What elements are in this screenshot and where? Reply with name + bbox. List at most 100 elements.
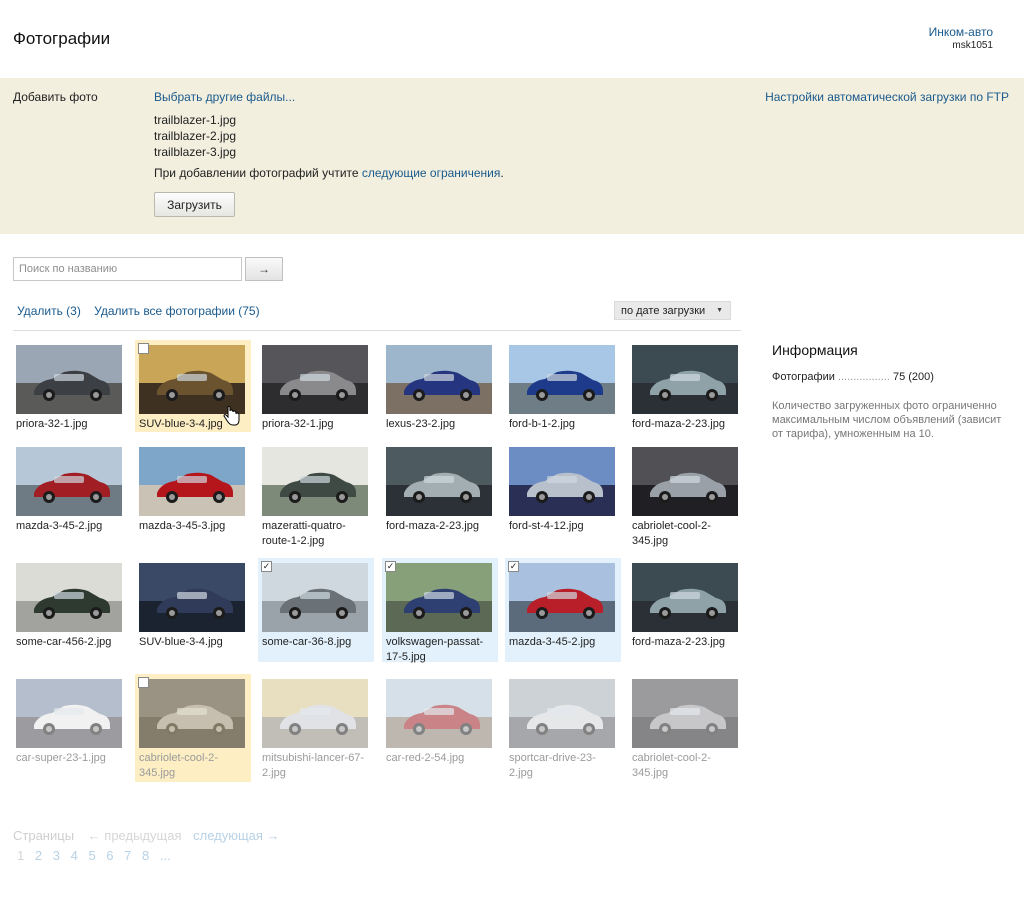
photo-filename: some-car-36-8.jpg — [262, 636, 352, 648]
page-number-link[interactable]: 6 — [106, 848, 113, 863]
upload-panel: Добавить фото Выбрать другие файлы... На… — [0, 78, 1024, 234]
photo-tile[interactable]: ✓ some-car-36-8.jpg — [258, 558, 374, 662]
photo-filename: some-car-456-2.jpg — [16, 636, 112, 648]
search-button[interactable]: → — [245, 257, 283, 281]
photo-filename: mazeratti-quatro-route-1-2.jpg — [262, 520, 346, 547]
photo-thumbnail[interactable] — [262, 679, 368, 748]
photo-thumbnail[interactable] — [632, 679, 738, 748]
photo-thumbnail[interactable] — [16, 563, 122, 632]
page-number-link[interactable]: 7 — [124, 848, 131, 863]
upload-button[interactable]: Загрузить — [154, 192, 235, 217]
photo-filename: mazda-3-45-3.jpg — [139, 520, 226, 532]
photo-tile[interactable]: mitsubishi-lancer-67-2.jpg — [258, 674, 374, 782]
photo-checkbox[interactable]: ✓ — [261, 561, 272, 572]
ftp-settings-link[interactable]: Настройки автоматической загрузки по FTP — [765, 90, 1009, 104]
photo-filename: ford-maza-2-23.jpg — [386, 520, 479, 532]
photo-tile[interactable]: mazeratti-quatro-route-1-2.jpg — [258, 442, 374, 552]
divider — [13, 330, 741, 331]
photo-filename: lexus-23-2.jpg — [386, 418, 456, 430]
page-header: Фотографии Инком-авто msk1051 — [0, 0, 1024, 78]
photo-thumbnail[interactable] — [632, 345, 738, 414]
photo-thumbnail[interactable] — [262, 447, 368, 516]
account-info: Инком-авто msk1051 — [929, 25, 993, 53]
pagination: Страницы ← предыдущая следующая → — [13, 828, 280, 843]
photo-checkbox[interactable]: ✓ — [385, 561, 396, 572]
photo-tile[interactable]: cabriolet-cool-2-345.jpg — [628, 442, 744, 552]
page-number-link[interactable]: 4 — [71, 848, 78, 863]
photo-checkbox[interactable] — [138, 343, 149, 354]
page-number-link[interactable]: 5 — [88, 848, 95, 863]
delete-selected-link[interactable]: Удалить (3) — [17, 304, 81, 318]
photo-thumbnail[interactable] — [632, 563, 738, 632]
photo-filename: cabriolet-cool-2-345.jpg — [632, 752, 711, 779]
selected-file: trailblazer-3.jpg — [154, 145, 237, 159]
photo-tile[interactable]: SUV-blue-3-4.jpg — [135, 558, 251, 662]
photo-tile[interactable]: priora-32-1.jpg — [12, 340, 128, 432]
search-input[interactable] — [13, 257, 242, 281]
photo-thumbnail[interactable] — [386, 345, 492, 414]
photo-thumbnail[interactable] — [632, 447, 738, 516]
next-page-link[interactable]: следующая → — [193, 828, 279, 843]
photo-tile[interactable]: priora-32-1.jpg — [258, 340, 374, 432]
photo-tile[interactable]: ford-st-4-12.jpg — [505, 442, 621, 552]
photo-count-label: Фотографии — [772, 371, 835, 383]
photo-thumbnail[interactable] — [509, 447, 615, 516]
page-numbers: 1 2 3 4 5 6 7 8 ... — [17, 848, 178, 863]
photo-thumbnail[interactable] — [509, 563, 615, 632]
page-number-current: 1 — [17, 848, 25, 863]
info-note: Количество загруженных фото ограниченно … — [772, 400, 1002, 440]
photo-tile[interactable]: ✓ volkswagen-passat-17-5.jpg — [382, 558, 498, 663]
photo-thumbnail[interactable] — [509, 679, 615, 748]
photo-thumbnail[interactable] — [386, 679, 492, 748]
page-number-link[interactable]: 8 — [142, 848, 149, 863]
photo-filename: cabriolet-cool-2-345.jpg — [632, 520, 711, 547]
page-number-link[interactable]: 3 — [53, 848, 60, 863]
hand-cursor-icon — [222, 406, 240, 426]
photo-tile[interactable]: ford-maza-2-23.jpg — [382, 442, 498, 552]
sort-select[interactable]: по дате загрузки ▼ — [614, 301, 731, 320]
photo-filename: priora-32-1.jpg — [262, 418, 334, 430]
dropdown-arrow-icon: ▼ — [716, 307, 723, 314]
photo-filename: sportcar-drive-23-2.jpg — [509, 752, 596, 779]
company-link[interactable]: Инком-авто — [929, 25, 993, 39]
photo-thumbnail[interactable] — [139, 345, 245, 414]
delete-all-link[interactable]: Удалить все фотографии (75) — [94, 304, 259, 318]
photo-filename: ford-maza-2-23.jpg — [632, 418, 725, 430]
selected-file: trailblazer-2.jpg — [154, 129, 237, 143]
photo-thumbnail[interactable] — [386, 447, 492, 516]
page-number-link[interactable]: 2 — [35, 848, 42, 863]
photo-thumbnail[interactable] — [16, 447, 122, 516]
photo-tile[interactable]: car-super-23-1.jpg — [12, 674, 128, 782]
photo-tile[interactable]: sportcar-drive-23-2.jpg — [505, 674, 621, 782]
photo-tile[interactable]: ✓ mazda-3-45-2.jpg — [505, 558, 621, 662]
photo-thumbnail[interactable] — [139, 563, 245, 632]
photo-thumbnail[interactable] — [16, 345, 122, 414]
photo-filename: cabriolet-cool-2-345.jpg — [139, 752, 218, 779]
choose-files-link[interactable]: Выбрать другие файлы... — [154, 90, 295, 104]
photo-tile[interactable]: SUV-blue-3-4.jpg — [135, 340, 251, 432]
photo-thumbnail[interactable] — [509, 345, 615, 414]
photo-tile[interactable]: cabriolet-cool-2-345.jpg — [135, 674, 251, 782]
photo-thumbnail[interactable] — [16, 679, 122, 748]
photo-tile[interactable]: ford-b-1-2.jpg — [505, 340, 621, 432]
photo-tile[interactable]: cabriolet-cool-2-345.jpg — [628, 674, 744, 782]
photo-tile[interactable]: car-red-2-54.jpg — [382, 674, 498, 782]
prev-page-link[interactable]: ← предыдущая — [88, 828, 182, 843]
photo-tile[interactable]: mazda-3-45-3.jpg — [135, 442, 251, 552]
photo-checkbox[interactable]: ✓ — [508, 561, 519, 572]
photo-tile[interactable]: ford-maza-2-23.jpg — [628, 558, 744, 662]
photo-tile[interactable]: mazda-3-45-2.jpg — [12, 442, 128, 552]
photo-checkbox[interactable] — [138, 677, 149, 688]
photo-filename: mazda-3-45-2.jpg — [16, 520, 103, 532]
photo-tile[interactable]: some-car-456-2.jpg — [12, 558, 128, 662]
photo-thumbnail[interactable] — [262, 563, 368, 632]
photo-thumbnail[interactable] — [386, 563, 492, 632]
photo-thumbnail[interactable] — [139, 679, 245, 748]
upload-note-suffix: . — [500, 166, 504, 180]
restrictions-link[interactable]: следующие ограничения — [362, 166, 500, 180]
photo-filename: ford-b-1-2.jpg — [509, 418, 576, 430]
photo-thumbnail[interactable] — [139, 447, 245, 516]
photo-tile[interactable]: lexus-23-2.jpg — [382, 340, 498, 432]
photo-thumbnail[interactable] — [262, 345, 368, 414]
photo-tile[interactable]: ford-maza-2-23.jpg — [628, 340, 744, 432]
